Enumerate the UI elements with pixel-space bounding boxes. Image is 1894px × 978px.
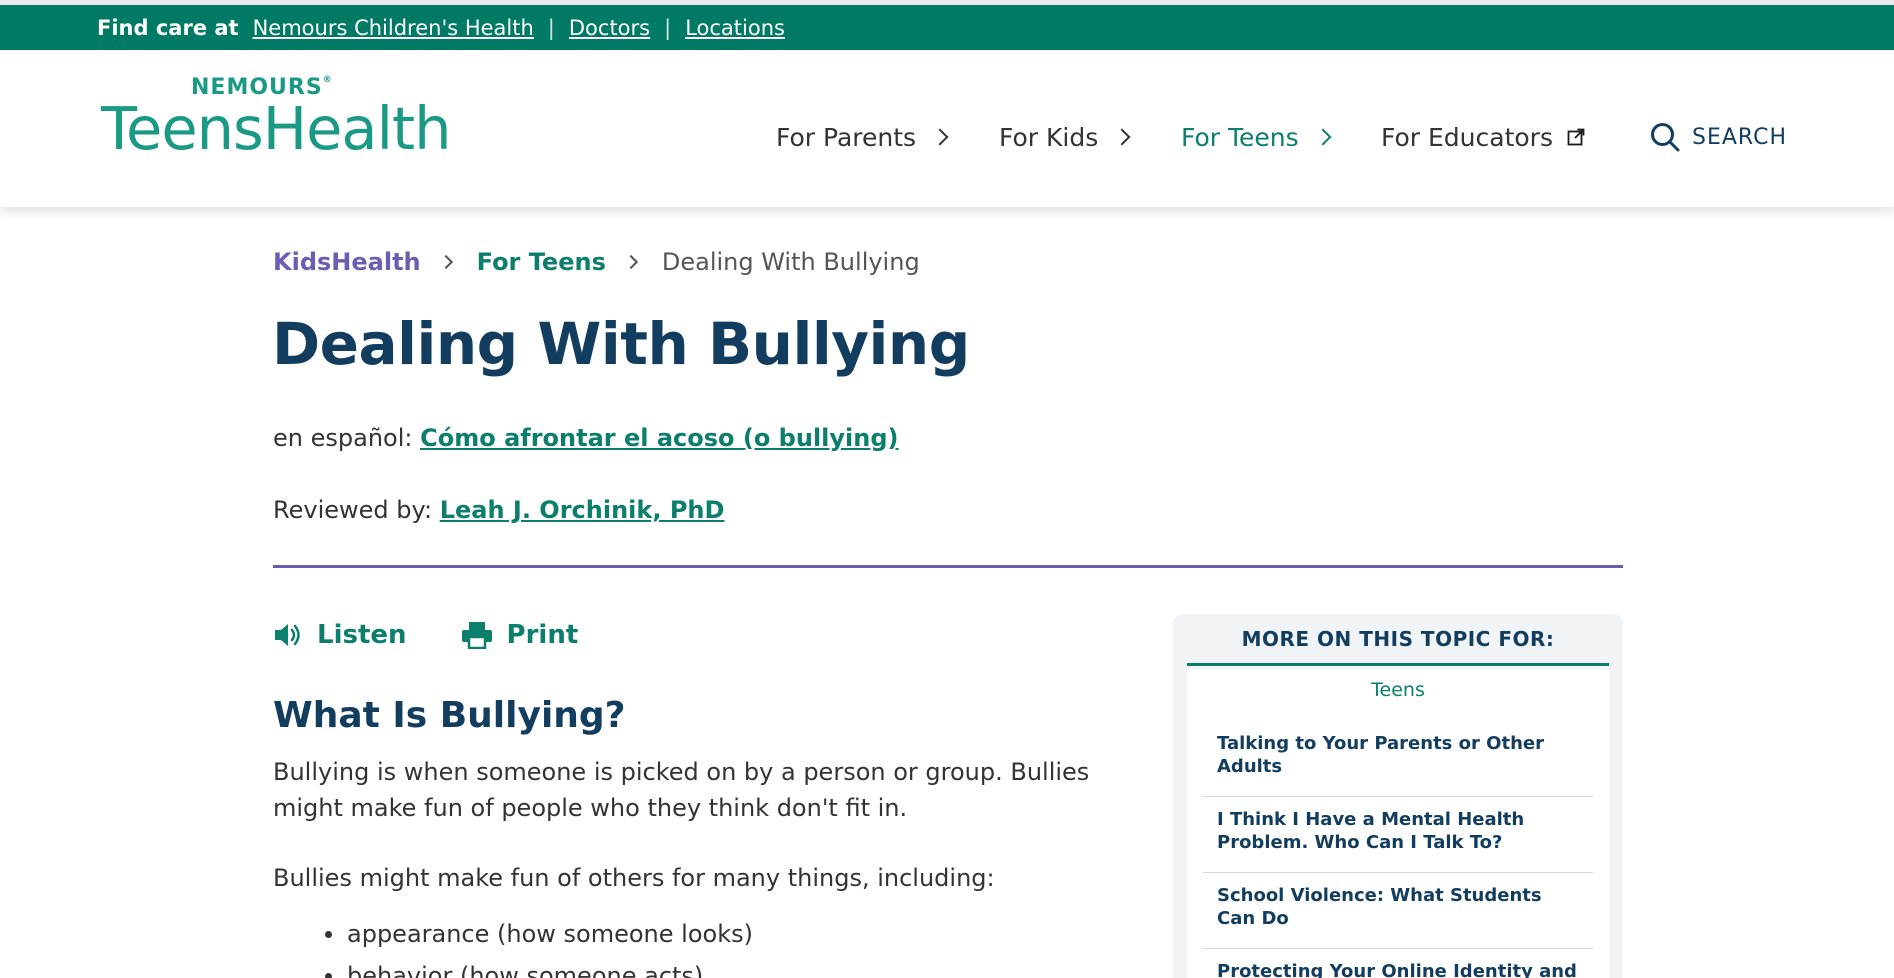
teenshealth-logo[interactable]: NEMOURS® TeensHealth (101, 75, 451, 185)
body-paragraph: Bullying is when someone is picked on by… (273, 758, 1090, 822)
spanish-version-link[interactable]: Cómo afrontar el acoso (o bullying) (420, 424, 898, 452)
listen-button[interactable]: Listen (273, 620, 407, 650)
section-heading: What Is Bullying? (273, 695, 626, 736)
nav-label: For Parents (776, 122, 917, 152)
chevron-right-icon (623, 254, 638, 270)
printer-icon (461, 622, 492, 649)
reviewed-prefix: Reviewed by: (273, 496, 433, 524)
teenshealth-wordmark: TeensHealth (101, 94, 451, 163)
more-on-topic-sidebar: MORE ON THIS TOPIC FOR: Teens Talking to… (1173, 614, 1623, 978)
search-button[interactable]: SEARCH (1650, 117, 1787, 157)
nav-for-teens[interactable]: For Teens (1181, 117, 1332, 157)
search-icon (1651, 123, 1680, 152)
list-item: appearance (how someone looks) (323, 916, 753, 958)
related-article-link[interactable]: Talking to Your Parents or Other Adults (1203, 721, 1593, 797)
tab-teens[interactable]: Teens (1187, 679, 1609, 701)
nav-for-parents[interactable]: For Parents (776, 117, 949, 157)
utility-separator: | (547, 15, 555, 40)
external-link-icon (1567, 128, 1585, 146)
related-articles-list: Talking to Your Parents or Other Adults … (1203, 721, 1593, 978)
spanish-prefix: en español: (273, 424, 413, 452)
listen-label: Listen (317, 620, 407, 650)
body-paragraph: Bullies might make fun of others for man… (273, 864, 995, 892)
breadcrumb-for-teens[interactable]: For Teens (477, 248, 606, 276)
speaker-icon (275, 624, 300, 646)
print-button[interactable]: Print (461, 620, 579, 650)
nav-label: For Teens (1181, 122, 1299, 152)
utility-separator: | (664, 15, 672, 40)
list-item: behavior (how someone acts) (323, 958, 753, 978)
chevron-right-icon (1113, 128, 1131, 146)
nav-for-kids[interactable]: For Kids (999, 117, 1131, 157)
breadcrumb: KidsHealth For Teens Dealing With Bullyi… (273, 244, 920, 280)
chevron-right-icon (1314, 128, 1332, 146)
print-label: Print (506, 620, 579, 650)
reviewer-link[interactable]: Leah J. Orchinik, PhD (440, 496, 725, 524)
sidebar-panel: Teens Talking to Your Parents or Other A… (1187, 669, 1609, 978)
link-nemours-childrens-health[interactable]: Nemours Children's Health (253, 16, 534, 40)
link-doctors[interactable]: Doctors (569, 16, 650, 40)
related-article-link[interactable]: Protecting Your Online Identity and Repu… (1203, 949, 1593, 978)
nav-for-educators[interactable]: For Educators (1381, 117, 1585, 157)
nav-label: For Educators (1381, 122, 1553, 152)
sidebar-heading: MORE ON THIS TOPIC FOR: (1187, 614, 1609, 666)
breadcrumb-current: Dealing With Bullying (661, 248, 920, 276)
utility-bar: Find care at Nemours Children's Health |… (0, 5, 1894, 50)
spanish-version-line: en español: Cómo afrontar el acoso (o bu… (273, 424, 899, 452)
site-header: NEMOURS® TeensHealth (0, 50, 1894, 207)
related-article-link[interactable]: School Violence: What Students Can Do (1203, 873, 1593, 949)
article-tools: Listen Print (273, 620, 632, 650)
bullet-list: appearance (how someone looks) behavior … (323, 916, 753, 978)
related-article-link[interactable]: I Think I Have a Mental Health Problem. … (1203, 797, 1593, 873)
search-label: SEARCH (1692, 124, 1788, 150)
title-divider (273, 565, 1623, 568)
breadcrumb-kidshealth[interactable]: KidsHealth (273, 248, 421, 276)
link-locations[interactable]: Locations (685, 16, 785, 40)
page-title: Dealing With Bullying (272, 310, 970, 378)
reviewed-by-line: Reviewed by: Leah J. Orchinik, PhD (273, 496, 724, 524)
chevron-right-icon (438, 254, 453, 270)
chevron-right-icon (931, 128, 949, 146)
find-care-label: Find care at (97, 15, 239, 40)
nav-label: For Kids (999, 122, 1099, 152)
